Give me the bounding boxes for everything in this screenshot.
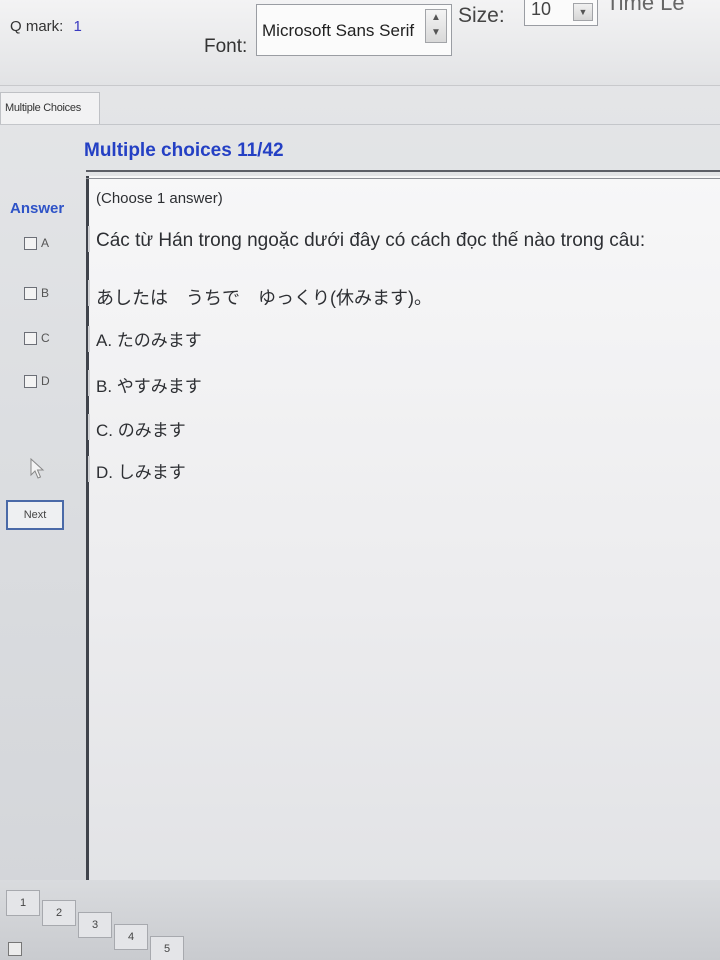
- question-panel: [86, 176, 720, 880]
- tab-multiple-choices[interactable]: Multiple Choices: [0, 92, 100, 124]
- option-b-text: B. やすみます: [96, 377, 202, 396]
- size-label: Size:: [458, 4, 505, 27]
- size-select-value: 10: [531, 0, 552, 19]
- answer-option-a[interactable]: A: [24, 236, 49, 250]
- next-button[interactable]: Next: [6, 500, 64, 530]
- page-tab-2[interactable]: 2: [42, 900, 76, 926]
- answer-option-d-letter: D: [41, 374, 50, 388]
- row-divider: [88, 456, 90, 482]
- row-divider: [88, 326, 90, 352]
- answer-option-a-letter: A: [41, 236, 50, 250]
- up-down-arrows-icon[interactable]: ▲ ▼: [425, 9, 447, 43]
- mouse-pointer-icon: [30, 458, 45, 479]
- chevron-down-icon[interactable]: ▼: [573, 3, 593, 21]
- answer-option-c[interactable]: C: [24, 331, 50, 345]
- checkbox-d[interactable]: [24, 374, 37, 388]
- page-tab-3[interactable]: 3: [78, 912, 112, 938]
- top-toolbar: Q mark: 1 Font: Microsoft Sans Serif ▲ ▼ …: [0, 0, 720, 86]
- qmark-indicator: Q mark: 1: [10, 18, 82, 35]
- title-divider: [86, 170, 720, 172]
- page-tab-4[interactable]: 4: [114, 924, 148, 950]
- checkbox-a[interactable]: [24, 236, 37, 250]
- qmark-label: Q mark:: [10, 18, 64, 35]
- row-divider: [88, 226, 90, 252]
- question-sentence: あしたは うちで ゆっくり(休みます)。: [96, 288, 432, 308]
- option-a-text: A. たのみます: [96, 331, 202, 350]
- choose-note: (Choose 1 answer): [96, 190, 223, 207]
- option-c-text: C. のみます: [96, 421, 186, 440]
- pager-checkbox[interactable]: [8, 942, 22, 956]
- answer-option-b-letter: B: [41, 286, 50, 300]
- checkbox-c[interactable]: [24, 331, 37, 345]
- tab-divider: [0, 124, 720, 125]
- answer-option-d[interactable]: D: [24, 374, 50, 388]
- time-left-label: Time Le: [606, 0, 685, 15]
- font-select-value: Microsoft Sans Serif: [262, 21, 415, 40]
- row-divider: [88, 280, 90, 306]
- answer-option-b[interactable]: B: [24, 286, 49, 300]
- answer-label: Answer: [10, 200, 65, 217]
- checkbox-b[interactable]: [24, 286, 37, 300]
- question-prompt: Các từ Hán trong ngoặc dưới đây có cách …: [96, 230, 646, 251]
- page-tab-1[interactable]: 1: [6, 890, 40, 916]
- option-d-text: D. しみます: [96, 463, 186, 482]
- font-label: Font:: [204, 36, 248, 57]
- qmark-value: 1: [73, 18, 82, 35]
- answer-option-c-letter: C: [41, 331, 50, 345]
- size-select[interactable]: 10 ▼: [524, 0, 598, 26]
- page-tab-5[interactable]: 5: [150, 936, 184, 960]
- question-panel-top-border: [86, 178, 720, 179]
- font-select[interactable]: Microsoft Sans Serif ▲ ▼: [256, 4, 452, 56]
- row-divider: [88, 370, 90, 396]
- row-divider: [88, 414, 90, 440]
- page-title: Multiple choices 11/42: [84, 140, 284, 161]
